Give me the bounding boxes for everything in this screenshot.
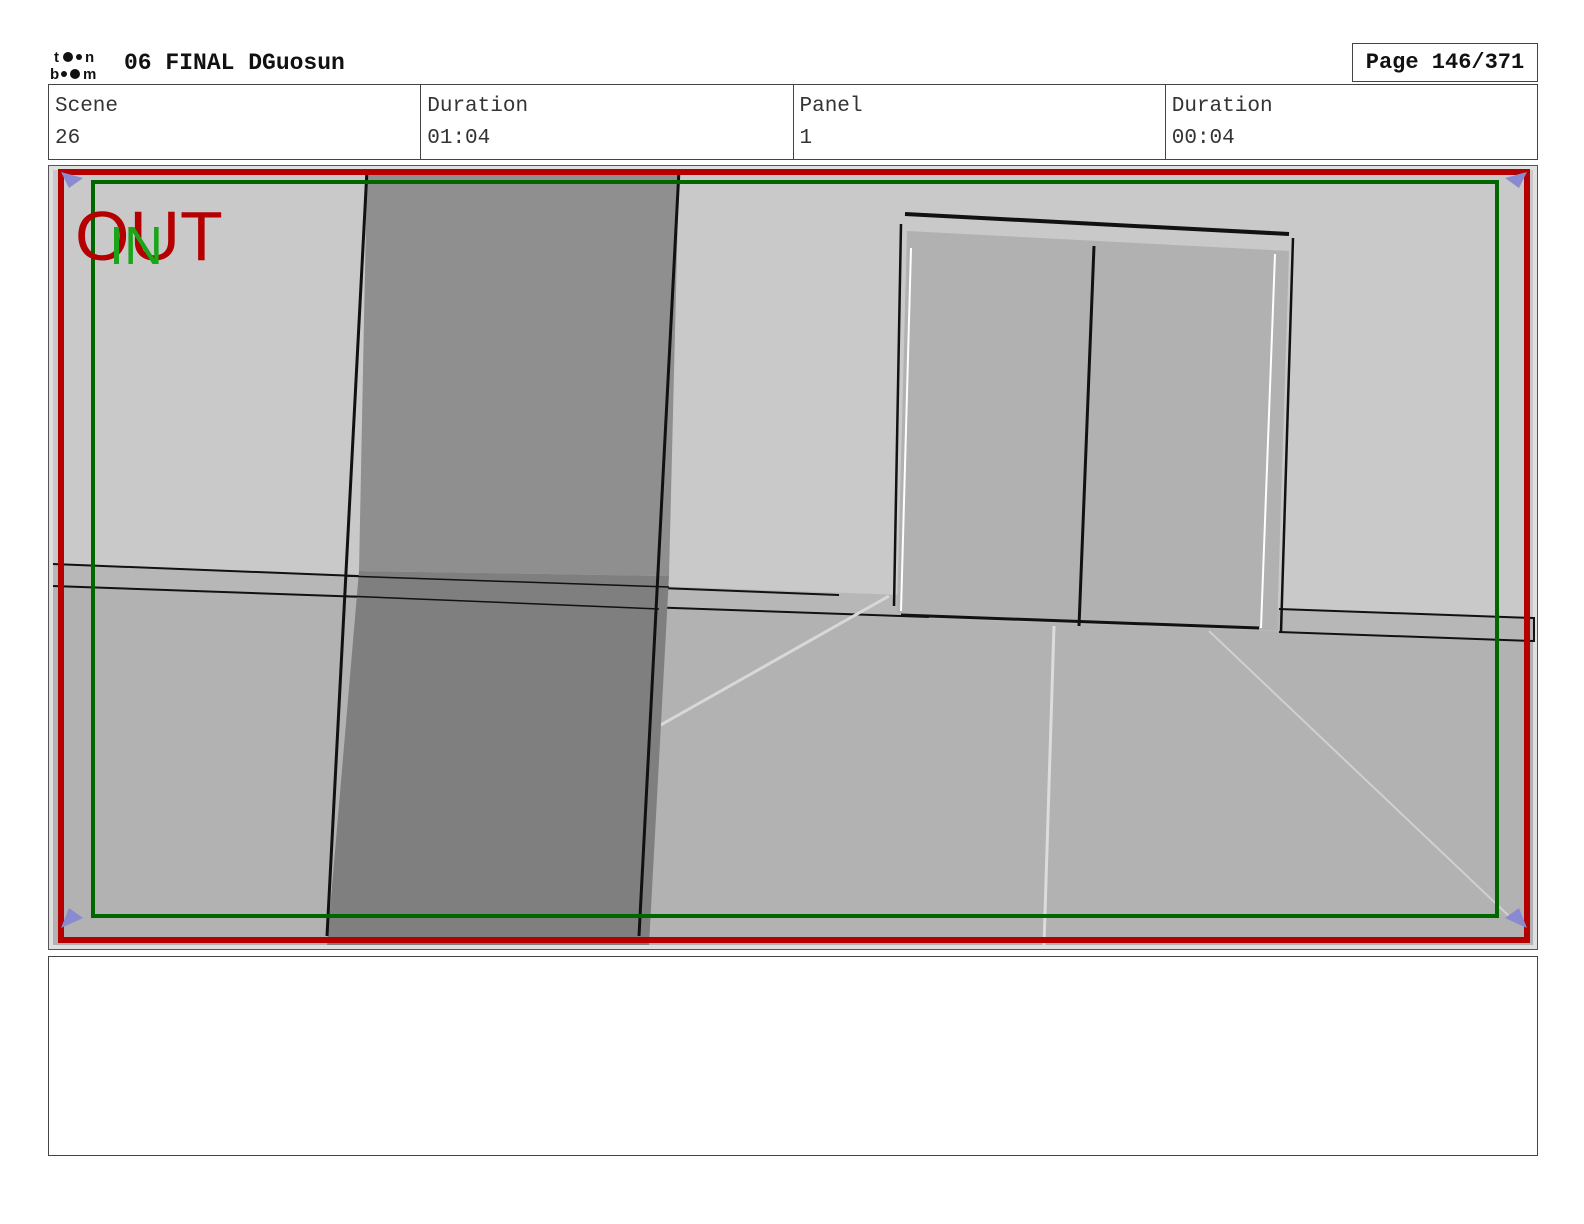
scene-duration-label: Duration [427, 95, 529, 118]
pillar-lower [327, 571, 669, 945]
svg-text:t: t [54, 49, 59, 66]
floor-area [53, 584, 1533, 945]
panel-label: Panel [799, 95, 863, 118]
scene-duration-cell: Duration 01:04 [421, 85, 794, 159]
scene-value: 26 [55, 127, 81, 150]
scene-cell: Scene 26 [49, 85, 422, 159]
pillar-upper [359, 170, 679, 576]
frame-in-label: IN [109, 216, 163, 276]
scene-duration-value: 01:04 [427, 127, 491, 150]
project-title: 06 FINAL DGuosun [124, 50, 345, 76]
scene-info-row: Scene 26 Duration 01:04 Panel 1 Duration… [48, 84, 1538, 160]
toon-boom-logo: t n b m [48, 48, 106, 83]
svg-text:b: b [50, 66, 59, 82]
panel-duration-cell: Duration 00:04 [1166, 85, 1537, 159]
svg-text:n: n [85, 49, 94, 66]
page-number: Page 146/371 [1352, 43, 1538, 82]
panel-duration-value: 00:04 [1171, 127, 1235, 150]
storyboard-panel: OUT IN [48, 165, 1538, 950]
panel-drawing: OUT IN [52, 169, 1535, 946]
scene-label: Scene [55, 95, 119, 118]
panel-duration-label: Duration [1171, 95, 1273, 118]
panel-cell: Panel 1 [794, 85, 1166, 159]
panel-value: 1 [799, 127, 813, 150]
panel-notes [48, 956, 1538, 1156]
svg-text:m: m [83, 66, 96, 82]
